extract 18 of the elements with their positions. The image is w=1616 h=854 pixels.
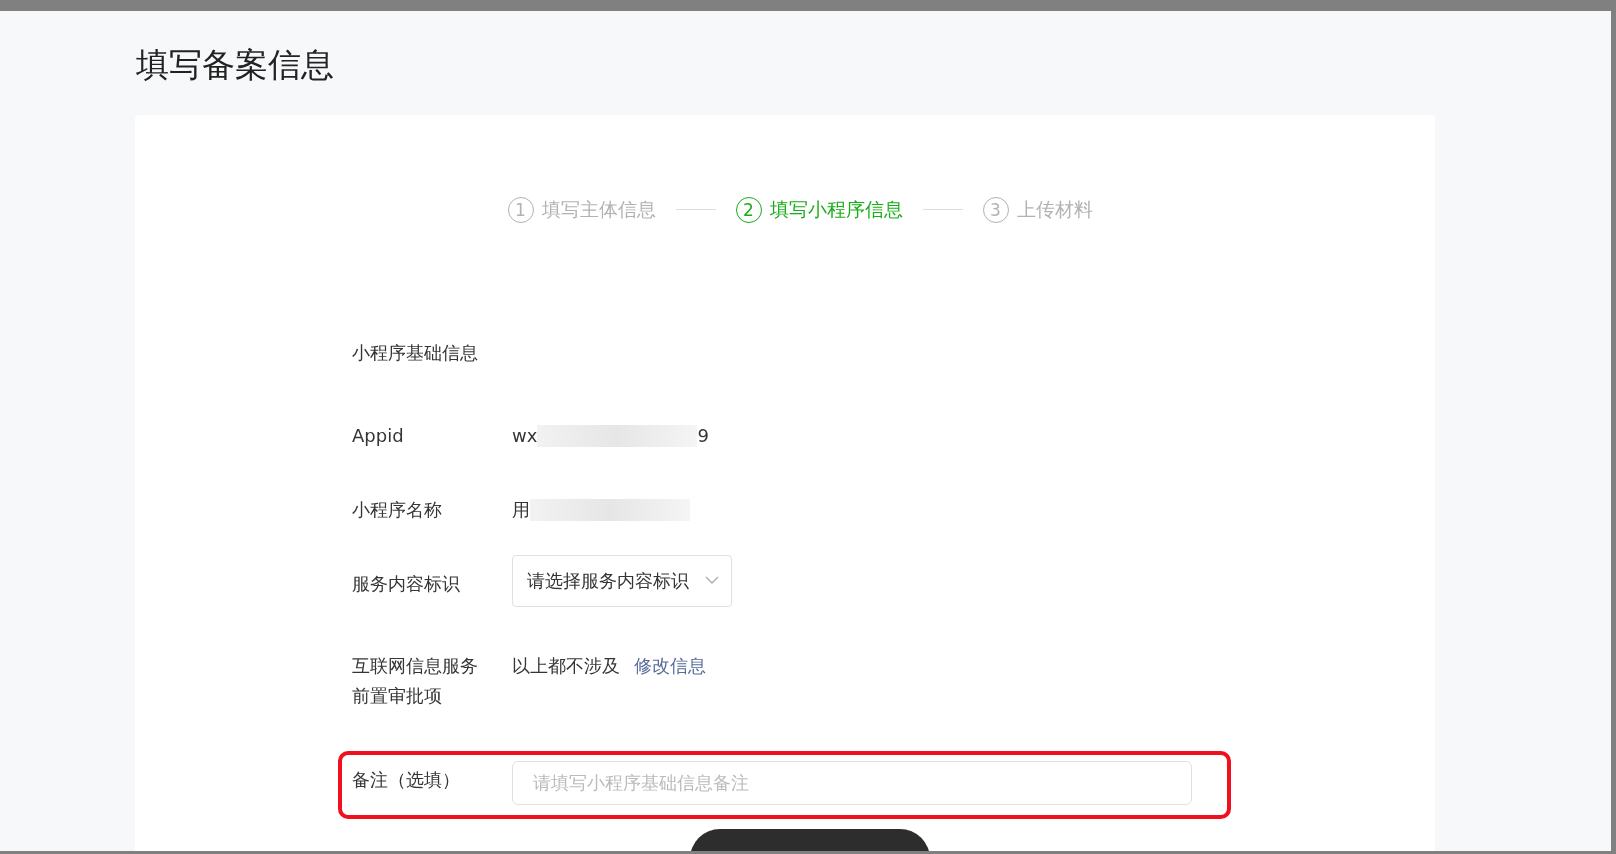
field-label: 小程序名称 — [352, 497, 443, 522]
step-label: 填写小程序信息 — [769, 196, 903, 222]
field-label: 备注（选填） — [352, 767, 461, 792]
chevron-down-icon — [705, 576, 719, 586]
edit-link[interactable]: 修改信息 — [634, 650, 706, 681]
remark-input[interactable]: 请填写小程序基础信息备注 — [512, 760, 1192, 805]
field-label: 互联网信息服务前置审批项 — [352, 653, 479, 708]
field-value: wx — [512, 423, 538, 448]
step-label: 填写主体信息 — [541, 196, 656, 222]
field-label: Appid — [352, 423, 405, 448]
field-value: 用 — [512, 497, 530, 522]
service-select[interactable]: 请选择服务内容标识 — [512, 554, 732, 607]
field-value: 以上都不涉及 — [512, 653, 620, 678]
page-title: 填写备案信息 — [135, 44, 335, 85]
field-value: 9 — [697, 423, 709, 448]
step-label: 上传材料 — [1016, 196, 1093, 222]
section-title: 小程序基础信息 — [352, 340, 479, 365]
field-label: 服务内容标识 — [352, 571, 461, 596]
